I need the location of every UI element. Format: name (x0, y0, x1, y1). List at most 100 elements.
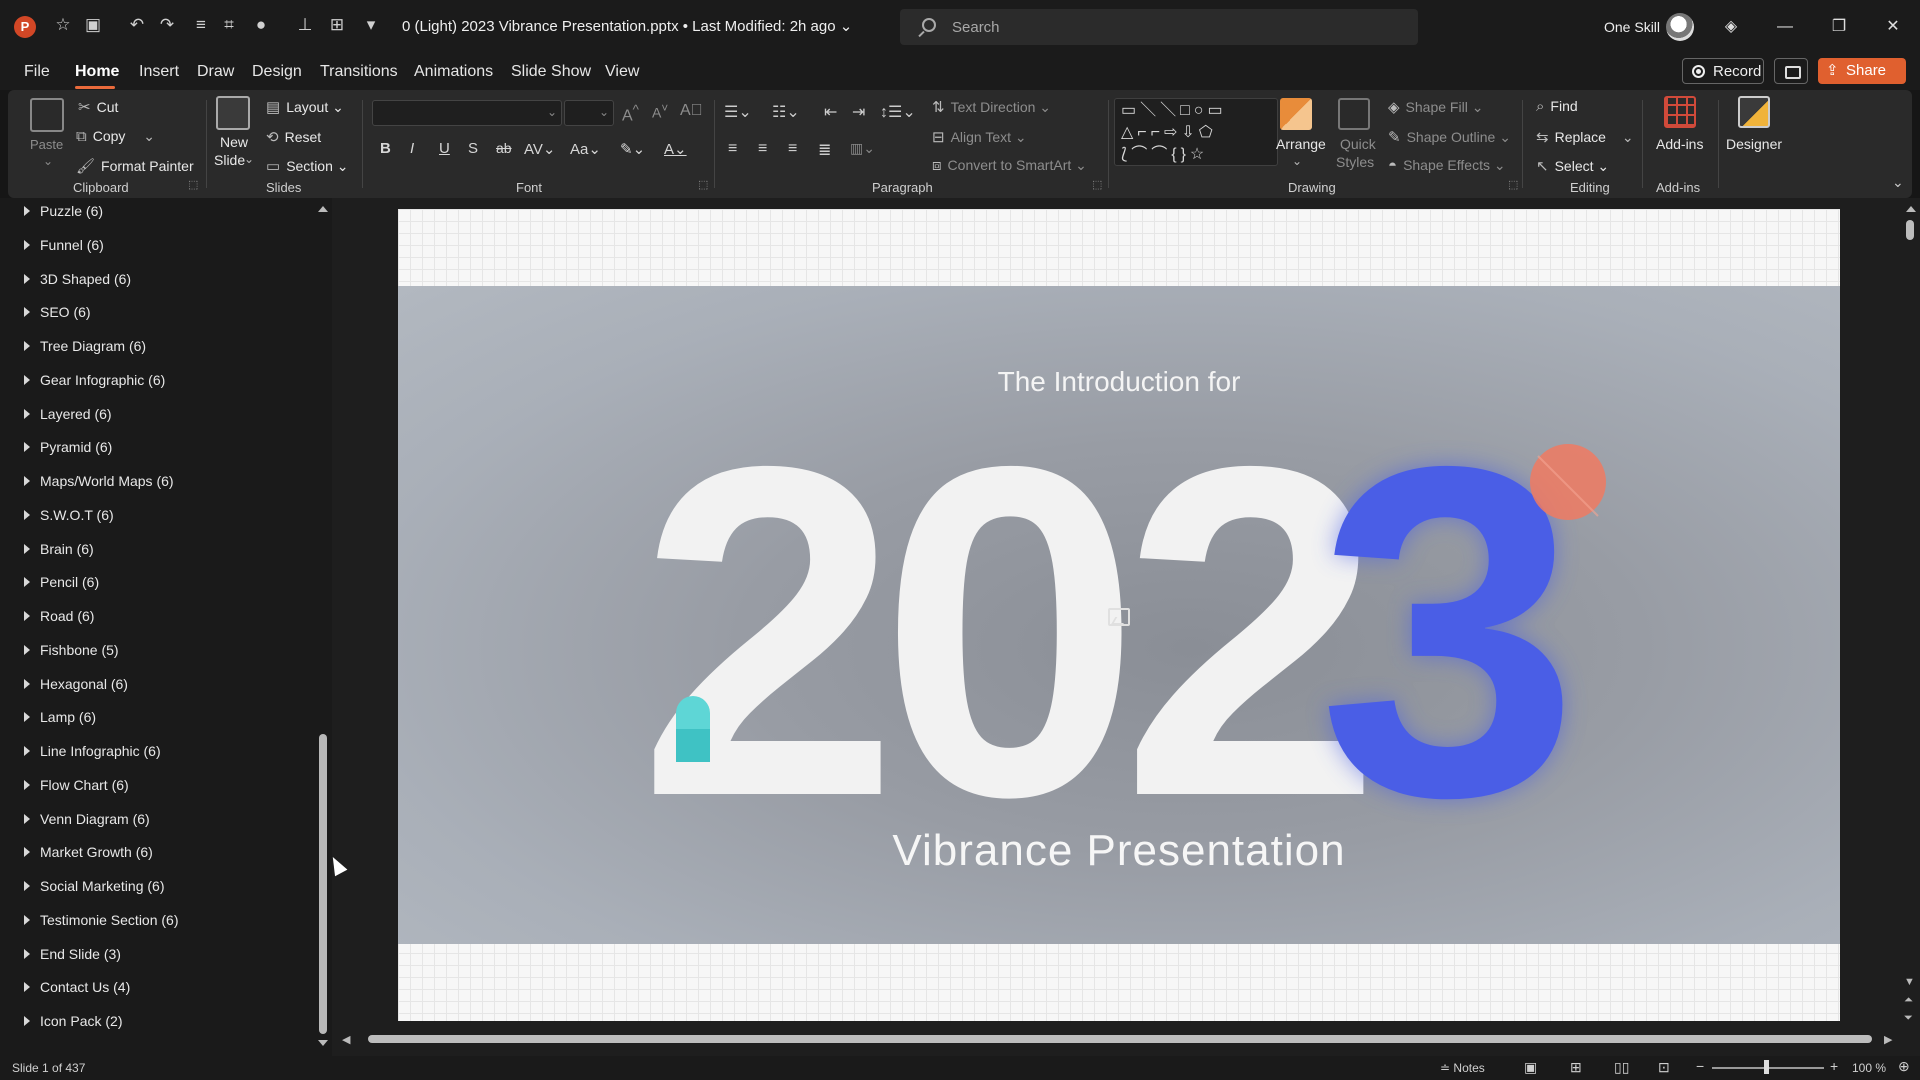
align-text-button[interactable]: ⊟ Align Text ⌄ (932, 128, 1027, 146)
align-left-icon[interactable]: ≡ (728, 140, 737, 158)
tab-file[interactable]: File (24, 63, 50, 81)
chevron-down-icon[interactable]: ⌄ (244, 152, 254, 166)
section-item[interactable]: Hexagonal (6) (0, 671, 320, 699)
vertical-scrollbar[interactable] (1902, 198, 1920, 1032)
notes-button[interactable]: ≐ Notes (1440, 1061, 1485, 1075)
section-item[interactable]: Lamp (6) (0, 704, 320, 732)
slide-subtitle[interactable]: The Introduction for (398, 366, 1840, 398)
paste-label[interactable]: Paste (30, 137, 63, 152)
vertical-scrollbar-thumb[interactable] (1906, 220, 1914, 240)
convert-smartart-button[interactable]: ⧈ Convert to SmartArt ⌄ (932, 157, 1087, 174)
section-item[interactable]: End Slide (3) (0, 941, 320, 969)
customize-toolbar-icon[interactable]: ▾ (360, 14, 382, 36)
expand-arrow-icon[interactable] (24, 847, 30, 858)
expand-arrow-icon[interactable] (24, 813, 30, 824)
scroll-right-arrow-icon[interactable]: ▶ (1884, 1033, 1892, 1046)
select-button[interactable]: ↖ Select ⌄ (1536, 157, 1609, 175)
text-direction-button[interactable]: ⇅ Text Direction ⌄ (932, 98, 1051, 116)
section-item[interactable]: Testimonie Section (6) (0, 907, 320, 935)
cut-button[interactable]: ✂ Cut (78, 98, 118, 116)
character-spacing-icon[interactable]: AV⌄ (524, 140, 555, 158)
new-slide-icon[interactable] (216, 96, 250, 130)
increase-indent-icon[interactable]: ⇥ (852, 102, 865, 122)
section-item[interactable]: Tree Diagram (6) (0, 333, 320, 361)
clear-formatting-icon[interactable]: A⃠ (680, 102, 703, 120)
shape-effects-button[interactable]: ◓ Shape Effects ⌄ (1388, 157, 1506, 174)
zoom-slider-thumb[interactable] (1764, 1060, 1769, 1074)
slideshow-view-icon[interactable]: ⊡ (1658, 1059, 1670, 1076)
section-item[interactable]: Maps/World Maps (6) (0, 468, 320, 496)
section-item[interactable]: Venn Diagram (6) (0, 806, 320, 834)
chevron-down-icon[interactable]: ⌄ (43, 154, 53, 168)
section-item[interactable]: 3D Shaped (6) (0, 266, 320, 294)
dialog-launcher-icon[interactable]: ⬚ (1092, 178, 1102, 191)
line-spacing-icon[interactable]: ↕☰⌄ (880, 102, 916, 122)
expand-arrow-icon[interactable] (24, 611, 30, 621)
shape-outline-button[interactable]: ✎ Shape Outline ⌄ (1388, 128, 1511, 146)
addins-icon[interactable] (1664, 96, 1696, 128)
reset-button[interactable]: ⟲ Reset (266, 128, 321, 146)
expand-arrow-icon[interactable] (24, 644, 30, 655)
section-item[interactable]: Road (6) (0, 603, 320, 631)
expand-arrow-icon[interactable] (24, 239, 30, 250)
redo-icon[interactable]: ↷ (156, 14, 178, 36)
section-button[interactable]: ▭ Section ⌄ (266, 157, 349, 175)
increase-font-size-icon[interactable]: A^ (622, 102, 639, 125)
section-item[interactable]: Pyramid (6) (0, 434, 320, 462)
replace-button[interactable]: ⇆ Replace ⌄ (1536, 128, 1634, 146)
comments-button[interactable] (1774, 58, 1808, 84)
expand-arrow-icon[interactable] (24, 577, 30, 588)
align-right-icon[interactable]: ≡ (788, 140, 797, 158)
decrease-font-size-icon[interactable]: A˅ (652, 102, 668, 121)
avatar[interactable] (1666, 13, 1694, 41)
expand-arrow-icon[interactable] (24, 273, 30, 284)
expand-arrow-icon[interactable] (24, 746, 30, 756)
underline-icon[interactable]: U (439, 140, 450, 157)
layout-button[interactable]: ▤ Layout ⌄ (266, 98, 344, 116)
decrease-indent-icon[interactable]: ⇤ (824, 102, 837, 122)
dialog-launcher-icon[interactable]: ⬚ (188, 178, 198, 191)
section-item[interactable]: Market Growth (6) (0, 839, 320, 867)
search-box[interactable]: Search (900, 9, 1418, 45)
designer-label[interactable]: Designer (1726, 136, 1782, 152)
expand-arrow-icon[interactable] (24, 1016, 30, 1026)
shadow-icon[interactable]: S (468, 140, 478, 157)
distribute-icon[interactable]: ⊞ (326, 14, 348, 36)
justify-icon[interactable]: ≣ (818, 140, 831, 160)
minimize-button[interactable]: — (1762, 12, 1808, 42)
panel-scrollbar-thumb[interactable] (319, 734, 327, 1034)
expand-arrow-icon[interactable] (24, 779, 30, 790)
expand-arrow-icon[interactable] (24, 712, 30, 723)
section-item[interactable]: Layered (6) (0, 401, 320, 429)
next-slide-icon[interactable]: ⏷ (1904, 1012, 1913, 1025)
expand-arrow-icon[interactable] (24, 341, 30, 351)
new-slide-label-1[interactable]: New (220, 134, 248, 150)
chevron-down-icon[interactable]: ⌄ (1292, 154, 1302, 168)
tab-view[interactable]: View (605, 63, 639, 81)
restore-button[interactable]: ❐ (1816, 12, 1862, 42)
strikethrough-icon[interactable]: ab (496, 140, 512, 156)
close-button[interactable]: ✕ (1870, 12, 1916, 42)
reading-view-icon[interactable]: ▯▯ (1614, 1059, 1629, 1076)
designer-icon[interactable] (1738, 96, 1770, 128)
horizontal-scrollbar-thumb[interactable] (368, 1035, 1872, 1043)
save-icon[interactable]: ▣ (82, 14, 104, 36)
section-item[interactable]: Funnel (6) (0, 232, 320, 260)
expand-arrow-icon[interactable] (24, 206, 30, 216)
expand-arrow-icon[interactable] (24, 678, 30, 689)
shape-icon[interactable]: ● (250, 14, 272, 36)
expand-arrow-icon[interactable] (24, 408, 30, 419)
scroll-up-arrow-icon[interactable] (1906, 206, 1916, 212)
section-item[interactable]: S.W.O.T (6) (0, 502, 320, 530)
bullets-icon[interactable]: ☰⌄ (724, 102, 752, 122)
paste-icon[interactable] (30, 98, 64, 132)
crop-icon[interactable]: ⌗ (218, 14, 240, 36)
tab-insert[interactable]: Insert (139, 63, 179, 81)
expand-arrow-icon[interactable] (24, 543, 30, 554)
font-color-icon[interactable]: A⌄ (664, 140, 687, 158)
shapes-gallery[interactable]: ▭＼＼□○▭ △⌐⌐⇨⇩⬠ ⟅⌒⌒{}☆ (1114, 98, 1278, 166)
section-item[interactable]: Line Infographic (6) (0, 738, 320, 766)
new-slide-label-2[interactable]: Slide (214, 152, 245, 168)
section-item[interactable]: Brain (6) (0, 536, 320, 564)
align-icon[interactable]: ⊥ (294, 14, 316, 36)
